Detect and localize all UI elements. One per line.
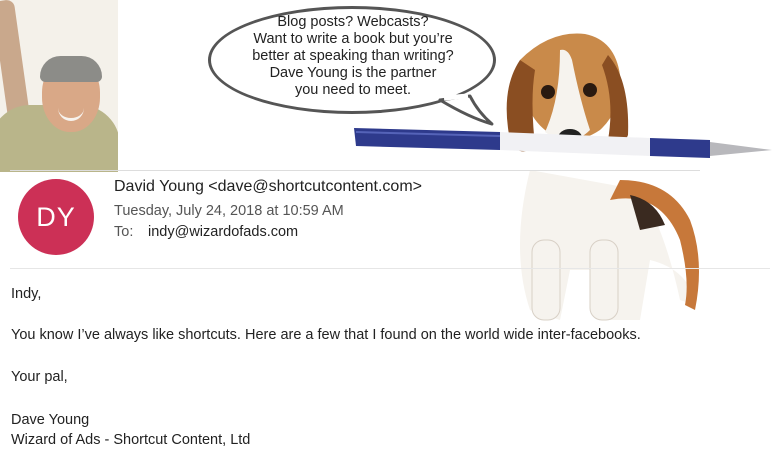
bubble-line: Want to write a book but you’re <box>253 31 453 47</box>
header-divider <box>10 170 700 171</box>
body-divider <box>10 268 770 269</box>
email-greeting: Indy, <box>11 286 42 302</box>
to-label: To: <box>114 224 134 240</box>
sender-avatar: DY <box>18 179 94 255</box>
fountain-pen-illustration <box>354 128 772 158</box>
signature-company: Wizard of Ads - Shortcut Content, Ltd <box>11 432 251 448</box>
sender-name[interactable]: David Young <dave@shortcutcontent.com> <box>114 178 422 196</box>
email-closing: Your pal, <box>11 369 68 385</box>
recipient-address[interactable]: indy@wizardofads.com <box>148 224 298 240</box>
signature-name: Dave Young <box>11 412 90 428</box>
email-message: You know I’ve always like shortcuts. Her… <box>11 327 641 343</box>
bubble-line: better at speaking than writing? <box>252 48 454 64</box>
email-date: Tuesday, July 24, 2018 at 10:59 AM <box>114 203 344 219</box>
bubble-line: you need to meet. <box>294 82 412 98</box>
beagle-illustration <box>506 33 699 321</box>
speech-bubble-text: Blog posts? Webcasts? Want to write a bo… <box>214 14 492 99</box>
bubble-line: Dave Young is the partner <box>269 65 437 81</box>
bubble-line: Blog posts? Webcasts? <box>277 14 429 30</box>
